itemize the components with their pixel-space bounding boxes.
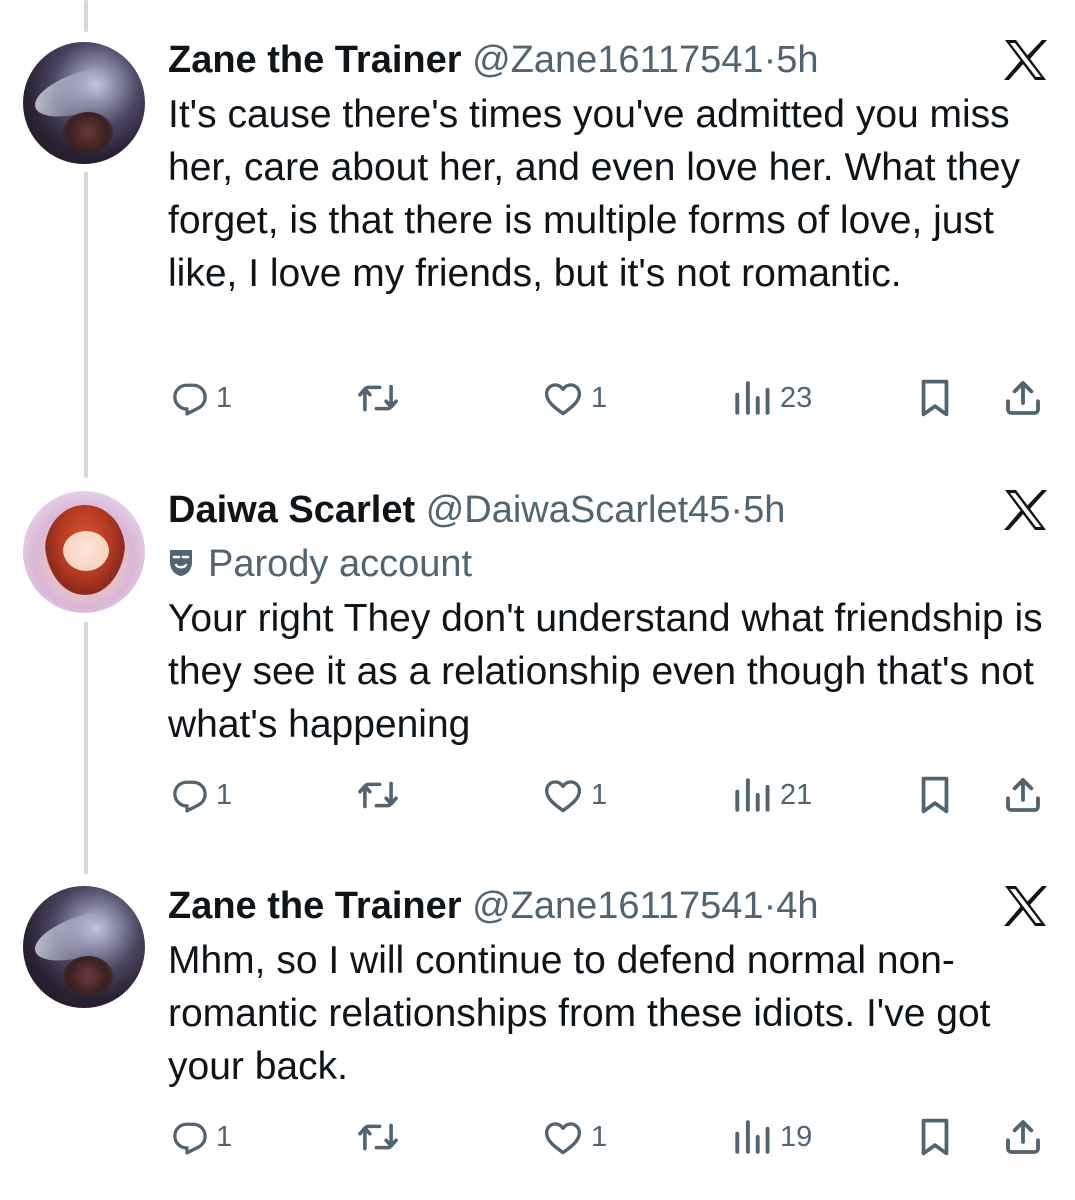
bookmark-button[interactable] xyxy=(917,373,953,423)
display-name[interactable]: Daiwa Scarlet xyxy=(168,489,415,531)
x-logo-icon xyxy=(1000,38,1050,82)
user-handle[interactable]: @DaiwaScarlet45 xyxy=(426,489,731,531)
x-logo-icon xyxy=(1000,488,1050,532)
reply-button[interactable]: 1 xyxy=(172,1112,232,1162)
timestamp[interactable]: 5h xyxy=(776,39,818,81)
tweet-header: Zane the Trainer @Zane16117541·5h xyxy=(168,38,819,82)
views-count: 19 xyxy=(780,1120,813,1153)
tweet[interactable]: Zane the Trainer @Zane16117541·5h It's c… xyxy=(0,38,1075,438)
share-icon xyxy=(1006,1120,1040,1154)
repost-button[interactable] xyxy=(356,373,408,423)
timestamp[interactable]: 4h xyxy=(776,885,818,927)
reply-count: 1 xyxy=(216,381,233,414)
bookmark-icon xyxy=(921,1118,949,1156)
reply-count: 1 xyxy=(216,778,233,811)
repost-icon xyxy=(358,781,398,809)
reply-icon xyxy=(173,383,207,416)
views-icon xyxy=(735,1120,770,1154)
like-button[interactable]: 1 xyxy=(543,373,607,423)
share-button[interactable] xyxy=(1003,373,1043,423)
bookmark-icon xyxy=(921,776,949,814)
like-icon xyxy=(544,383,582,416)
like-count: 1 xyxy=(591,381,608,414)
action-bar: 1 1 19 xyxy=(0,1112,1075,1162)
user-handle[interactable]: @Zane16117541 xyxy=(472,39,763,81)
repost-icon xyxy=(358,384,398,412)
bookmark-button[interactable] xyxy=(917,770,953,820)
repost-icon xyxy=(358,1123,398,1151)
like-button[interactable]: 1 xyxy=(543,770,607,820)
bookmark-button[interactable] xyxy=(917,1112,953,1162)
share-icon xyxy=(1006,778,1040,812)
share-button[interactable] xyxy=(1003,770,1043,820)
user-handle[interactable]: @Zane16117541 xyxy=(472,885,763,927)
action-bar: 1 1 21 xyxy=(0,770,1075,820)
reply-icon xyxy=(173,780,207,813)
bookmark-icon xyxy=(921,379,949,417)
tweet-header: Zane the Trainer @Zane16117541·4h xyxy=(168,884,819,928)
parody-label: Parody account xyxy=(168,542,472,586)
tweet-text: It's cause there's times you've admitted… xyxy=(168,93,1021,295)
views-button[interactable]: 21 xyxy=(732,770,812,820)
action-bar: 1 1 23 xyxy=(0,373,1075,423)
tweet[interactable]: Zane the Trainer @Zane16117541·4h Mhm, s… xyxy=(0,884,1075,1200)
timestamp[interactable]: 5h xyxy=(743,489,785,531)
repost-button[interactable] xyxy=(356,1112,408,1162)
views-count: 21 xyxy=(780,778,813,811)
avatar[interactable] xyxy=(23,42,145,164)
tweet-text: Your right They don't understand what fr… xyxy=(168,597,1043,746)
views-icon xyxy=(735,381,770,415)
separator: · xyxy=(763,39,777,81)
like-icon xyxy=(544,780,582,813)
reply-icon xyxy=(173,1122,207,1155)
display-name[interactable]: Zane the Trainer xyxy=(168,885,462,927)
reply-count: 1 xyxy=(216,1120,233,1153)
avatar[interactable] xyxy=(23,886,145,1008)
avatar[interactable] xyxy=(23,491,145,613)
views-button[interactable]: 19 xyxy=(732,1112,812,1162)
share-button[interactable] xyxy=(1003,1112,1043,1162)
tweet-header: Daiwa Scarlet @DaiwaScarlet45·5h xyxy=(168,488,785,532)
x-logo-icon xyxy=(1000,884,1050,928)
share-icon xyxy=(1006,381,1040,415)
like-button[interactable]: 1 xyxy=(543,1112,607,1162)
thread-line xyxy=(84,0,88,32)
like-count: 1 xyxy=(591,778,608,811)
like-icon xyxy=(544,1122,582,1155)
reply-button[interactable]: 1 xyxy=(172,770,232,820)
views-button[interactable]: 23 xyxy=(732,373,812,423)
separator: · xyxy=(730,489,744,531)
views-icon xyxy=(735,778,770,812)
tweet[interactable]: Daiwa Scarlet @DaiwaScarlet45·5h Parody … xyxy=(0,488,1075,848)
like-count: 1 xyxy=(591,1120,608,1153)
views-count: 23 xyxy=(780,381,813,414)
reply-button[interactable]: 1 xyxy=(172,373,232,423)
repost-button[interactable] xyxy=(356,770,408,820)
separator: · xyxy=(763,885,777,927)
display-name[interactable]: Zane the Trainer xyxy=(168,39,462,81)
parody-label-text: Parody account xyxy=(208,543,473,585)
tweet-text: Mhm, so I will continue to defend normal… xyxy=(168,939,991,1088)
mask-icon xyxy=(170,549,192,576)
